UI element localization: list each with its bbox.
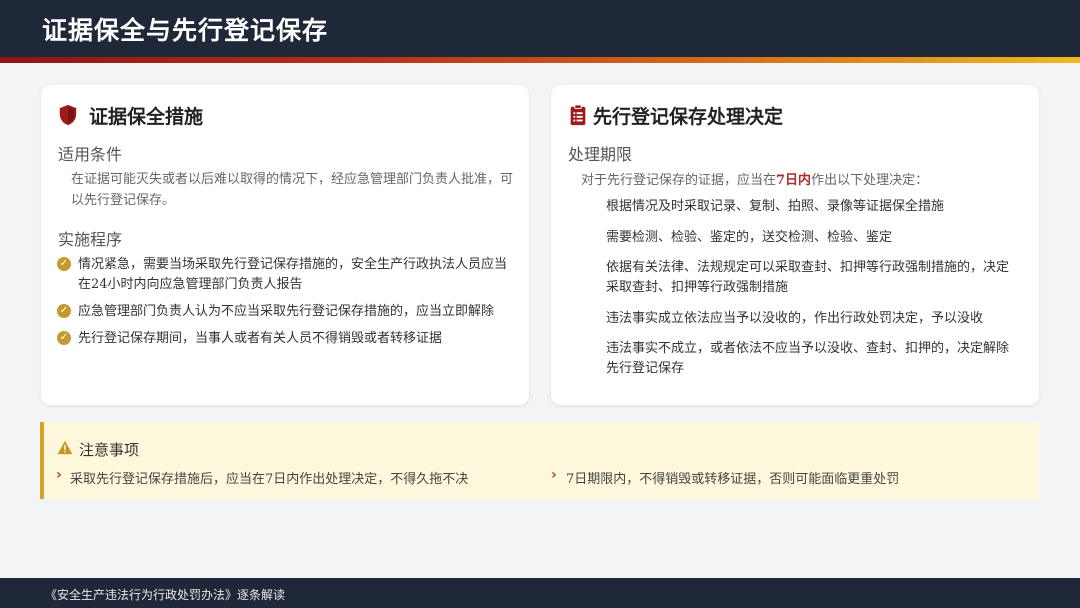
procedure-item: ✓ 情况紧急，需要当场采取先行登记保存措施的，安全生产行政执法人员应当在24小时… bbox=[57, 255, 517, 297]
chevron-right-icon: › bbox=[551, 467, 557, 483]
procedure-label: 实施程序 bbox=[58, 230, 123, 249]
deadline-highlight: 7日内 bbox=[776, 173, 812, 188]
notice-title: 注意事项 bbox=[79, 441, 140, 459]
decision-item: 违法事实成立依法应当予以没收的，作出行政处罚决定，予以没收 bbox=[606, 311, 984, 326]
check-circle-icon: ✓ bbox=[57, 257, 71, 271]
warning-icon bbox=[57, 440, 73, 455]
evidence-preservation-card: 证据保全措施 适用条件 在证据可能灭失或者以后难以取得的情况下，经应急管理部门负… bbox=[41, 85, 529, 405]
procedure-item: ✓ 应急管理部门负责人认为不应当采取先行登记保存措施的，应当立即解除 bbox=[57, 302, 517, 322]
procedure-item: ✓ 先行登记保存期间，当事人或者有关人员不得销毁或者转移证据 bbox=[57, 329, 517, 349]
page-title: 证据保全与先行登记保存 bbox=[42, 16, 329, 45]
header-accent-bar bbox=[0, 57, 1080, 63]
decision-item: 依据有关法律、法规规定可以采取查封、扣押等行政强制措施的，决定采取查封、扣押等行… bbox=[606, 260, 1010, 295]
notice-item: 采取先行登记保存措施后，应当在7日内作出处理决定，不得久拖不决 bbox=[70, 472, 469, 487]
header: 证据保全与先行登记保存 bbox=[0, 0, 1080, 57]
period-intro: 对于先行登记保存的证据，应当在7日内作出以下处理决定： bbox=[581, 173, 929, 188]
check-circle-icon: ✓ bbox=[57, 331, 71, 345]
footer: 《安全生产违法行为行政处罚办法》逐条解读 bbox=[0, 578, 1080, 608]
shield-icon bbox=[59, 104, 77, 126]
period-label: 处理期限 bbox=[568, 145, 633, 164]
card-title: 证据保全措施 bbox=[89, 106, 204, 128]
footer-text: 《安全生产违法行为行政处罚办法》逐条解读 bbox=[45, 588, 286, 602]
check-circle-icon: ✓ bbox=[57, 304, 71, 318]
preservation-decision-card: 先行登记保存处理决定 处理期限 对于先行登记保存的证据，应当在7日内作出以下处理… bbox=[551, 85, 1039, 405]
notice-box: 注意事项 › 采取先行登记保存措施后，应当在7日内作出处理决定，不得久拖不决 ›… bbox=[40, 422, 1039, 499]
decision-item: 违法事实不成立，或者依法不应当予以没收、查封、扣押的，决定解除先行登记保存 bbox=[606, 341, 1010, 376]
conditions-text: 在证据可能灭失或者以后难以取得的情况下，经应急管理部门负责人批准，可以先行登记保… bbox=[71, 172, 514, 208]
decision-item: 需要检测、检验、鉴定的，送交检测、检验、鉴定 bbox=[606, 230, 893, 245]
decision-item: 根据情况及时采取记录、复制、拍照、录像等证据保全措施 bbox=[606, 199, 945, 214]
conditions-label: 适用条件 bbox=[58, 145, 123, 164]
notice-item: 7日期限内，不得销毁或转移证据，否则可能面临更重处罚 bbox=[566, 472, 900, 487]
card-title: 先行登记保存处理决定 bbox=[593, 106, 784, 128]
clipboard-list-icon bbox=[570, 104, 586, 126]
chevron-right-icon: › bbox=[56, 467, 62, 483]
